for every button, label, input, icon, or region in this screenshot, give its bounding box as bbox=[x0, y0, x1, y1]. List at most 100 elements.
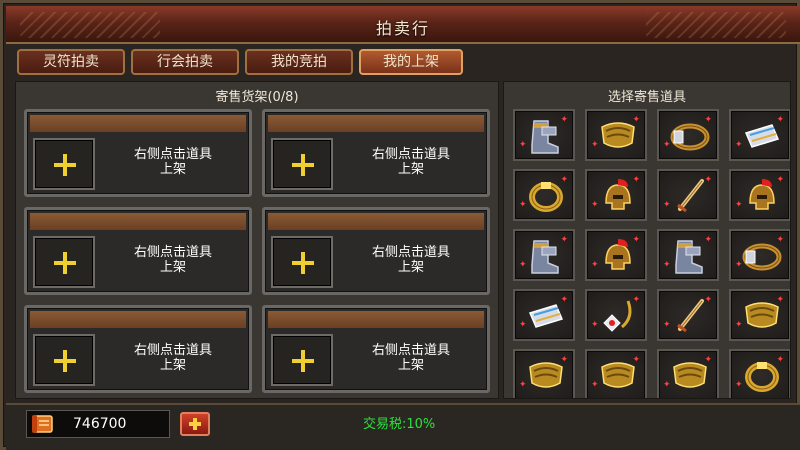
slot-hint: 右侧点击道具 上架 bbox=[103, 343, 243, 373]
consignment-shelf-title: 寄售货架(0/8) bbox=[215, 90, 299, 105]
slot-hint: 右侧点击道具 上架 bbox=[341, 147, 481, 177]
sparkle-icon: ✦ bbox=[519, 260, 527, 270]
item-slot[interactable]: ✦ ✦ bbox=[513, 109, 575, 161]
window-title: 拍卖行 bbox=[375, 19, 430, 38]
sparkle-icon: ✦ bbox=[560, 295, 568, 305]
slot-hint-line1: 右侧点击道具 bbox=[371, 245, 450, 260]
item-select-title: 选择寄售道具 bbox=[607, 90, 686, 105]
slot-hint-line2: 上架 bbox=[159, 260, 186, 275]
sparkle-icon: ✦ bbox=[735, 380, 743, 390]
item-slot[interactable]: ✦ ✦ bbox=[657, 109, 719, 161]
item-slot[interactable]: ✦ ✦ bbox=[513, 169, 575, 221]
tab-guild-auction[interactable]: 行会拍卖 bbox=[131, 49, 239, 75]
slot-hint-line2: 上架 bbox=[397, 260, 424, 275]
bottom-bar: 746700 交易税:10% bbox=[6, 403, 800, 450]
sparkle-icon: ✦ bbox=[776, 355, 784, 365]
add-item-plus-icon[interactable] bbox=[33, 334, 95, 386]
sparkle-icon: ✦ bbox=[776, 115, 784, 125]
tab-my-listings[interactable]: 我的上架 bbox=[359, 49, 463, 75]
sparkle-icon: ✦ bbox=[735, 140, 743, 150]
sparkle-icon: ✦ bbox=[560, 235, 568, 245]
add-currency-button[interactable] bbox=[180, 412, 210, 436]
sparkle-icon: ✦ bbox=[776, 235, 784, 245]
slot-hint-line1: 右侧点击道具 bbox=[133, 245, 212, 260]
sparkle-icon: ✦ bbox=[735, 200, 743, 210]
add-item-plus-icon[interactable] bbox=[271, 236, 333, 288]
consign-slot[interactable]: 右侧点击道具 上架 bbox=[24, 109, 252, 197]
item-select-panel: 选择寄售道具 ✦ ✦ ✦ ✦ ✦ ✦ ✦ ✦ ✦ ✦ ✦ ✦ ✦ ✦ ✦ ✦ ✦ ✦ ✦ ✦ ✦ ✦ ✦ ✦ ✦ ✦ ✦ ✦ ✦ ✦ ✦ ✦ ✦… bbox=[503, 81, 791, 399]
item-slot[interactable]: ✦ ✦ bbox=[585, 229, 647, 281]
tab-my-bids[interactable]: 我的竞拍 bbox=[245, 49, 353, 75]
item-slot[interactable]: ✦ ✦ bbox=[729, 289, 790, 341]
slot-header-bar bbox=[268, 311, 484, 328]
slot-hint-line2: 上架 bbox=[159, 162, 186, 177]
consign-slot[interactable]: 右侧点击道具 上架 bbox=[262, 109, 490, 197]
item-slot[interactable]: ✦ ✦ bbox=[585, 109, 647, 161]
add-item-plus-icon[interactable] bbox=[33, 236, 95, 288]
consign-slot[interactable]: 右侧点击道具 上架 bbox=[24, 305, 252, 393]
currency-display: 746700 bbox=[26, 410, 170, 438]
slot-header-bar bbox=[30, 115, 246, 132]
tab-bar: 灵符拍卖 行会拍卖 我的竞拍 我的上架 bbox=[17, 49, 463, 75]
add-item-plus-icon[interactable] bbox=[271, 334, 333, 386]
title-bar: 拍卖行 bbox=[6, 6, 800, 44]
slot-header-bar bbox=[30, 213, 246, 230]
item-slot[interactable]: ✦ ✦ bbox=[513, 349, 575, 398]
sparkle-icon: ✦ bbox=[591, 320, 599, 330]
sparkle-icon: ✦ bbox=[735, 320, 743, 330]
sparkle-icon: ✦ bbox=[519, 200, 527, 210]
sparkle-icon: ✦ bbox=[632, 235, 640, 245]
sparkle-icon: ✦ bbox=[735, 260, 743, 270]
slot-hint-line1: 右侧点击道具 bbox=[133, 147, 212, 162]
currency-value: 746700 bbox=[73, 416, 127, 432]
item-slot[interactable]: ✦ ✦ bbox=[585, 349, 647, 398]
sparkle-icon: ✦ bbox=[632, 115, 640, 125]
item-slot[interactable]: ✦ ✦ bbox=[513, 229, 575, 281]
item-slot[interactable]: ✦ ✦ bbox=[729, 229, 790, 281]
sparkle-icon: ✦ bbox=[560, 355, 568, 365]
slot-hint: 右侧点击道具 上架 bbox=[103, 147, 243, 177]
sparkle-icon: ✦ bbox=[663, 140, 671, 150]
sparkle-icon: ✦ bbox=[776, 295, 784, 305]
slot-header-bar bbox=[30, 311, 246, 328]
slot-header-bar bbox=[268, 115, 484, 132]
slot-header-bar bbox=[268, 213, 484, 230]
sparkle-icon: ✦ bbox=[632, 295, 640, 305]
scroll-icon bbox=[32, 415, 53, 433]
add-item-plus-icon[interactable] bbox=[33, 138, 95, 190]
sparkle-icon: ✦ bbox=[663, 260, 671, 270]
sparkle-icon: ✦ bbox=[704, 355, 712, 365]
consign-slot[interactable]: 右侧点击道具 上架 bbox=[262, 207, 490, 295]
item-slot[interactable]: ✦ ✦ bbox=[729, 169, 790, 221]
slot-hint-line2: 上架 bbox=[397, 358, 424, 373]
item-slot[interactable]: ✦ ✦ bbox=[657, 289, 719, 341]
item-slot[interactable]: ✦ ✦ bbox=[729, 349, 790, 398]
item-slot[interactable]: ✦ ✦ bbox=[585, 289, 647, 341]
item-slot[interactable]: ✦ ✦ bbox=[657, 349, 719, 398]
sparkle-icon: ✦ bbox=[519, 140, 527, 150]
slot-hint-line1: 右侧点击道具 bbox=[371, 147, 450, 162]
add-item-plus-icon[interactable] bbox=[271, 138, 333, 190]
sparkle-icon: ✦ bbox=[776, 175, 784, 185]
consign-slot[interactable]: 右侧点击道具 上架 bbox=[262, 305, 490, 393]
tab-talisman-auction[interactable]: 灵符拍卖 bbox=[17, 49, 125, 75]
consign-slot[interactable]: 右侧点击道具 上架 bbox=[24, 207, 252, 295]
item-slot[interactable]: ✦ ✦ bbox=[657, 229, 719, 281]
sparkle-icon: ✦ bbox=[519, 320, 527, 330]
sparkle-icon: ✦ bbox=[591, 200, 599, 210]
consignment-shelf-panel: 寄售货架(0/8) 右侧点击道具 上架 右侧点击道具 上架 右侧点击道具 上架 bbox=[15, 81, 499, 399]
sparkle-icon: ✦ bbox=[704, 115, 712, 125]
sparkle-icon: ✦ bbox=[591, 260, 599, 270]
item-slot[interactable]: ✦ ✦ bbox=[729, 109, 790, 161]
sparkle-icon: ✦ bbox=[704, 175, 712, 185]
item-slot[interactable]: ✦ ✦ bbox=[513, 289, 575, 341]
sparkle-icon: ✦ bbox=[591, 140, 599, 150]
item-slot[interactable]: ✦ ✦ bbox=[657, 169, 719, 221]
sparkle-icon: ✦ bbox=[704, 235, 712, 245]
slot-hint-line1: 右侧点击道具 bbox=[371, 343, 450, 358]
sparkle-icon: ✦ bbox=[704, 295, 712, 305]
auction-window: 拍卖行 灵符拍卖 行会拍卖 我的竞拍 我的上架 寄售货架(0/8) 右侧点击道具… bbox=[0, 0, 800, 450]
item-slot[interactable]: ✦ ✦ bbox=[585, 169, 647, 221]
slot-hint-line2: 上架 bbox=[397, 162, 424, 177]
sparkle-icon: ✦ bbox=[632, 175, 640, 185]
